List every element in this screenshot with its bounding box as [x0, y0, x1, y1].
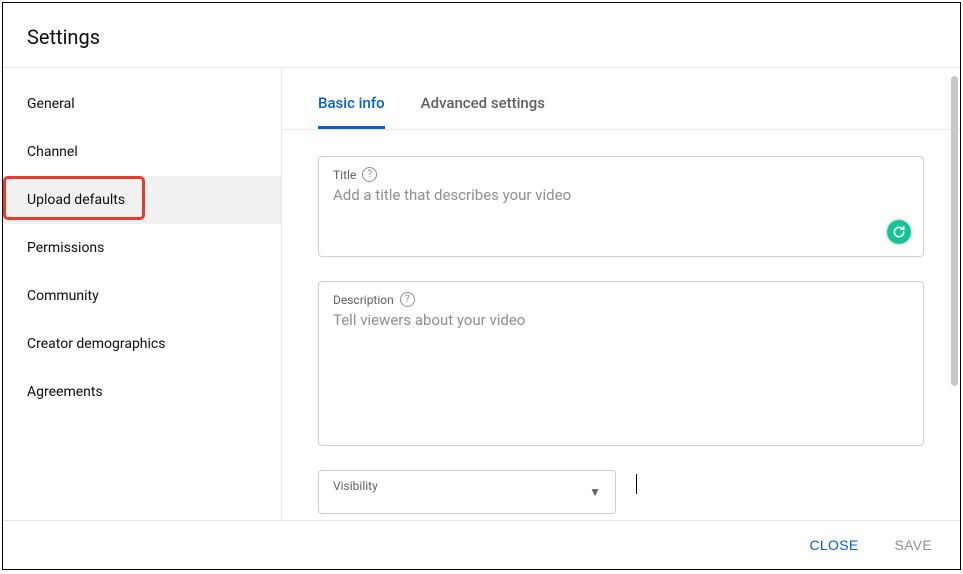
dialog-footer: CLOSE SAVE [3, 520, 960, 569]
visibility-label: Visibility [333, 479, 378, 493]
sidebar-item-creator-demographics[interactable]: Creator demographics [3, 320, 281, 368]
sidebar-item-label: General [27, 96, 75, 112]
dialog-body: General Channel Upload defaults Permissi… [3, 68, 960, 520]
sidebar-item-label: Agreements [27, 384, 103, 400]
text-cursor [636, 474, 637, 494]
sidebar-item-label: Community [27, 288, 99, 304]
chevron-down-icon: ▼ [589, 485, 601, 499]
tab-basic-info[interactable]: Basic info [318, 94, 385, 129]
visibility-dropdown[interactable]: Visibility ▼ [318, 470, 616, 514]
save-button[interactable]: SAVE [890, 531, 936, 559]
sidebar-item-agreements[interactable]: Agreements [3, 368, 281, 416]
sidebar-item-permissions[interactable]: Permissions [3, 224, 281, 272]
description-input[interactable] [333, 311, 909, 431]
settings-dialog: Settings General Channel Upload defaults… [2, 2, 961, 570]
grammarly-icon[interactable] [885, 218, 913, 246]
visibility-row: Visibility ▼ [318, 470, 924, 514]
content-area: Basic info Advanced settings Title ? [282, 68, 960, 520]
description-field: Description ? [318, 281, 924, 446]
sidebar-item-label: Permissions [27, 240, 104, 256]
form-area: Title ? Description ? [282, 130, 960, 520]
dialog-title: Settings [27, 25, 936, 49]
sidebar: General Channel Upload defaults Permissi… [3, 68, 282, 520]
dialog-header: Settings [3, 3, 960, 68]
tab-advanced-settings[interactable]: Advanced settings [421, 94, 545, 129]
close-button[interactable]: CLOSE [806, 531, 863, 559]
title-field: Title ? [318, 156, 924, 257]
title-label: Title [333, 168, 356, 182]
help-icon[interactable]: ? [400, 292, 415, 307]
description-label: Description [333, 293, 394, 307]
sidebar-item-label: Channel [27, 144, 78, 160]
tabs-bar: Basic info Advanced settings [282, 68, 960, 130]
sidebar-item-channel[interactable]: Channel [3, 128, 281, 176]
sidebar-item-community[interactable]: Community [3, 272, 281, 320]
help-icon[interactable]: ? [362, 167, 377, 182]
sidebar-item-label: Upload defaults [27, 192, 125, 208]
title-label-row: Title ? [333, 167, 909, 182]
sidebar-item-upload-defaults[interactable]: Upload defaults [3, 176, 281, 224]
sidebar-item-label: Creator demographics [27, 336, 165, 352]
sidebar-item-general[interactable]: General [3, 80, 281, 128]
title-input[interactable] [333, 186, 909, 242]
scrollbar-thumb[interactable] [951, 76, 958, 386]
description-label-row: Description ? [333, 292, 909, 307]
